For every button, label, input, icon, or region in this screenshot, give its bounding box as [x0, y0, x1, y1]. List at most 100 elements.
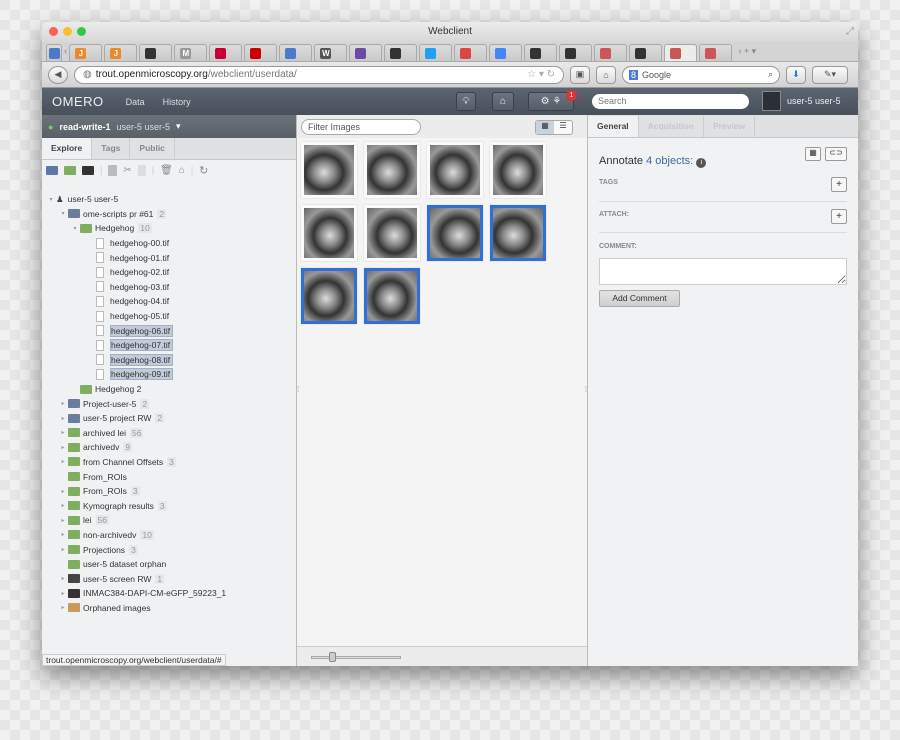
expand-arrow-icon[interactable]: ▸ — [58, 415, 68, 422]
tree-node[interactable]: hedgehog-08.tif — [42, 353, 296, 368]
expand-arrow-icon[interactable]: ▾ — [70, 225, 80, 232]
expand-arrow-icon[interactable]: ▸ — [58, 400, 68, 407]
browser-tab[interactable] — [594, 44, 628, 61]
objects-link[interactable]: 4 objects: — [646, 155, 693, 167]
tree-node[interactable]: ▸ Orphaned images — [42, 601, 296, 616]
image-thumbnail[interactable] — [490, 205, 546, 261]
tree-node[interactable]: hedgehog-04.tif — [42, 294, 296, 309]
nav-data[interactable]: Data — [126, 97, 145, 107]
tree-node[interactable]: ▸ From_ROIs 3 — [42, 484, 296, 499]
filter-images-input[interactable]: Filter Images — [301, 119, 421, 135]
new-screen-icon[interactable] — [82, 165, 94, 175]
expand-arrow-icon[interactable]: ▾ — [58, 210, 68, 217]
lightbulb-icon[interactable]: 💡︎ — [456, 92, 476, 111]
tabs-scroll-left-icon[interactable]: ‹ — [64, 46, 67, 57]
image-thumbnail[interactable] — [364, 142, 420, 198]
browser-tab[interactable] — [454, 44, 488, 61]
web-search-input[interactable]: 8 Google ⌕ — [622, 65, 780, 84]
avatar[interactable] — [762, 91, 781, 111]
browser-tab[interactable] — [349, 44, 383, 61]
tree-node[interactable]: ▸ user-5 screen RW 1 — [42, 571, 296, 586]
tree-node[interactable]: ▸ archived lei 56 — [42, 426, 296, 441]
grid-view-icon[interactable]: ▦ — [536, 121, 554, 134]
expand-arrow-icon[interactable]: ▸ — [58, 590, 68, 597]
tree-node[interactable]: hedgehog-02.tif — [42, 265, 296, 280]
image-thumbnail[interactable] — [364, 205, 420, 261]
tree-node[interactable]: ▸ Projections 3 — [42, 542, 296, 557]
zoom-slider[interactable] — [311, 656, 401, 659]
tree-node[interactable]: hedgehog-00.tif — [42, 236, 296, 251]
tab-public[interactable]: Public — [130, 138, 175, 159]
browser-tab[interactable] — [699, 44, 733, 61]
expand-arrow-icon[interactable]: ▾ — [46, 196, 56, 203]
tab-explore[interactable]: Explore — [42, 138, 93, 159]
fullscreen-icon[interactable]: ⤢ — [846, 22, 854, 42]
tree-node[interactable]: hedgehog-09.tif — [42, 367, 296, 382]
back-button[interactable]: ◀ — [48, 65, 68, 84]
browser-tab[interactable] — [384, 44, 418, 61]
omero-search-input[interactable]: Search — [592, 94, 749, 109]
browser-tab[interactable] — [664, 44, 698, 61]
new-dataset-icon[interactable] — [64, 165, 76, 175]
browser-tab[interactable] — [419, 44, 453, 61]
tab-preview[interactable]: Preview — [704, 116, 756, 137]
bookmark-star-icon[interactable]: ☆ ▾ ↻ — [527, 69, 555, 80]
right-splitter-handle[interactable]: ⁞ — [585, 385, 587, 394]
info-icon[interactable]: i — [696, 158, 707, 168]
user-menu[interactable]: user-5 user-5 — [787, 96, 841, 106]
tab-acquisition[interactable]: Acquisition — [639, 116, 704, 137]
browser-tab[interactable]: M — [174, 44, 208, 61]
tree-node[interactable]: ▾ Hedgehog 10 — [42, 221, 296, 236]
close-button[interactable] — [49, 27, 58, 36]
download-button[interactable]: ⬇ — [786, 65, 806, 84]
browser-tab[interactable] — [244, 44, 278, 61]
tree-node[interactable]: ▸ lei 56 — [42, 513, 296, 528]
browser-tab[interactable] — [629, 44, 663, 61]
browser-tab[interactable] — [209, 44, 243, 61]
nav-history[interactable]: History — [163, 97, 191, 107]
add-comment-button[interactable]: Add Comment — [599, 290, 680, 307]
tree-node[interactable]: ▸ INMAC384-DAPI-CM-eGFP_59223_1 — [42, 586, 296, 601]
zoom-slider-handle[interactable] — [329, 652, 336, 662]
image-thumbnail[interactable] — [301, 142, 357, 198]
expand-arrow-icon[interactable]: ▸ — [58, 575, 68, 582]
delete-icon[interactable]: 🗑︎ — [160, 165, 173, 176]
browser-tab[interactable] — [524, 44, 558, 61]
tree-node[interactable]: ▸ non-archivedv 10 — [42, 528, 296, 543]
image-thumbnail[interactable] — [427, 205, 483, 261]
paste-icon[interactable] — [137, 164, 146, 176]
tree-node[interactable]: hedgehog-01.tif — [42, 250, 296, 265]
list-view-icon[interactable]: ☰ — [554, 121, 572, 134]
tree-node[interactable]: hedgehog-03.tif — [42, 280, 296, 295]
tree-node[interactable]: ▸ user-5 project RW 2 — [42, 411, 296, 426]
new-project-icon[interactable] — [46, 165, 58, 175]
image-thumbnail[interactable] — [301, 205, 357, 261]
bookmarks-button[interactable]: ▣ — [570, 65, 590, 84]
tab-group-button[interactable] — [46, 44, 62, 61]
add-attachment-button[interactable]: + — [831, 209, 847, 224]
image-thumbnail[interactable] — [427, 142, 483, 198]
tab-general[interactable]: General — [588, 116, 639, 137]
home-button[interactable]: ⌂ — [596, 65, 616, 84]
tree-node[interactable]: ▾ ome-scripts pr #61 2 — [42, 207, 296, 222]
tree-node[interactable]: hedgehog-07.tif — [42, 338, 296, 353]
cut-icon[interactable]: ✂ — [123, 165, 131, 176]
tree-node[interactable]: ▸ archivedv 9 — [42, 440, 296, 455]
tree-node[interactable]: hedgehog-05.tif — [42, 309, 296, 324]
expand-arrow-icon[interactable]: ▸ — [58, 429, 68, 436]
expand-arrow-icon[interactable]: ▸ — [58, 517, 68, 524]
expand-arrow-icon[interactable]: ▸ — [58, 531, 68, 538]
browser-tab[interactable] — [279, 44, 313, 61]
browser-tab[interactable]: J — [69, 44, 103, 61]
expand-arrow-icon[interactable]: ▸ — [58, 488, 68, 495]
image-thumbnail[interactable] — [301, 268, 357, 324]
expand-arrow-icon[interactable]: ▸ — [58, 444, 68, 451]
tree-node[interactable]: From_ROIs — [42, 469, 296, 484]
new-tab-icon[interactable]: › + ▾ — [738, 46, 756, 57]
tree-node[interactable]: user-5 dataset orphan — [42, 557, 296, 572]
address-bar[interactable]: ◍ trout.openmicroscopy.org/webclient/user… — [74, 65, 564, 84]
browser-tab[interactable] — [489, 44, 523, 61]
minimize-button[interactable] — [63, 27, 72, 36]
browser-tab[interactable]: W — [314, 44, 348, 61]
tree-node[interactable]: ▸ Kymograph results 3 — [42, 498, 296, 513]
